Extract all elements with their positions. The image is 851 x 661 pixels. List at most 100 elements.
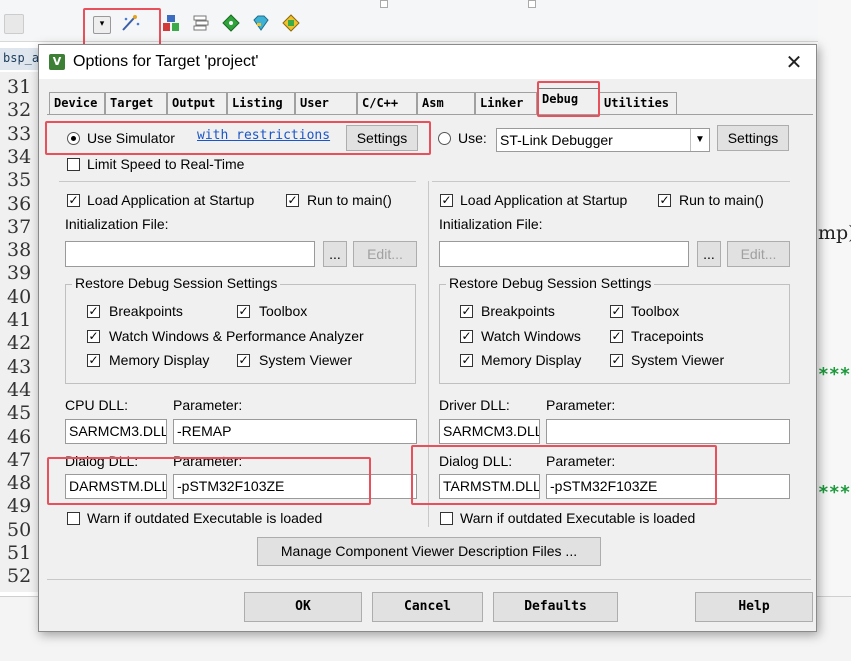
manage-packs-icon[interactable] (282, 14, 300, 32)
restore-memory-checkbox[interactable]: ✓ (87, 354, 100, 367)
cpu-param-input[interactable]: -REMAP (173, 419, 417, 444)
warn-outdated-label: Warn if outdated Executable is loaded (460, 510, 696, 526)
stack-icon[interactable] (192, 14, 210, 32)
tab-c-cpp[interactable]: C/C++ (357, 92, 417, 114)
restore-item-label: Memory Display (481, 352, 582, 368)
init-file-edit-button-right[interactable]: Edit... (727, 241, 790, 267)
debugger-settings-button[interactable]: Settings (717, 125, 789, 151)
load-app-checkbox[interactable]: ✓ (67, 194, 80, 207)
restore-watch-checkbox[interactable]: ✓ (87, 330, 100, 343)
line-number: 35 (7, 169, 32, 192)
tab-output[interactable]: Output (167, 92, 227, 114)
debugger-select[interactable]: ST-Link Debugger ▼ (496, 128, 710, 152)
run-to-main-checkbox[interactable]: ✓ (286, 194, 299, 207)
line-number: 32 (7, 99, 32, 122)
tab-user[interactable]: User (295, 92, 357, 114)
toolbar-blank-icon (4, 14, 24, 34)
simulator-settings-button[interactable]: Settings (346, 125, 418, 151)
driver-param-label: Parameter: (546, 397, 616, 413)
dialog-param-label: Parameter: (173, 453, 243, 469)
load-app-checkbox-right[interactable]: ✓ (440, 194, 453, 207)
tab-listing[interactable]: Listing (227, 92, 295, 114)
restore-item-label: Memory Display (109, 352, 210, 368)
line-number: 49 (7, 495, 32, 518)
separator (59, 181, 416, 182)
manage-component-viewer-button[interactable]: Manage Component Viewer Description File… (257, 537, 601, 566)
close-button[interactable]: ✕ (781, 51, 807, 73)
tab-label: Utilities (604, 96, 670, 110)
pack-installer-icon[interactable] (162, 14, 180, 32)
driver-dll-input[interactable]: SARMCM3.DLL (439, 419, 540, 444)
driver-dll-label: Driver DLL: (439, 397, 510, 413)
tab-linker[interactable]: Linker (475, 92, 537, 114)
tab-label: Target (110, 96, 154, 110)
driver-param-input[interactable] (546, 419, 790, 444)
dialog-dll-input-right[interactable]: TARMSTM.DLL (439, 474, 540, 499)
init-file-input-right[interactable] (439, 241, 689, 267)
code-comment-stars: *** (818, 482, 851, 503)
line-number: 50 (7, 518, 32, 541)
tab-label: Device (54, 96, 98, 110)
restore-tracepoints-checkbox[interactable]: ✓ (610, 330, 623, 343)
init-file-input[interactable] (65, 241, 315, 267)
line-number: 42 (7, 332, 32, 355)
use-debugger-radio[interactable] (438, 132, 451, 145)
dialog-param-input-right[interactable]: -pSTM32F103ZE (546, 474, 790, 499)
use-simulator-radio[interactable] (67, 132, 80, 145)
cancel-button[interactable]: Cancel (372, 592, 483, 622)
restore-sysviewer-checkbox[interactable]: ✓ (237, 354, 250, 367)
init-file-browse-button-right[interactable]: ... (697, 241, 721, 267)
editor-right-area (818, 0, 851, 600)
line-number: 52 (7, 565, 32, 588)
restore-toolbox-checkbox-right[interactable]: ✓ (610, 305, 623, 318)
restore-breakpoints-checkbox-right[interactable]: ✓ (460, 305, 473, 318)
ok-button[interactable]: OK (244, 592, 362, 622)
restore-memory-checkbox-right[interactable]: ✓ (460, 354, 473, 367)
tab-label: Asm (422, 96, 444, 110)
restore-toolbox-checkbox[interactable]: ✓ (237, 305, 250, 318)
warn-outdated-label: Warn if outdated Executable is loaded (87, 510, 323, 526)
run-to-main-label: Run to main() (307, 192, 392, 208)
restore-breakpoints-checkbox[interactable]: ✓ (87, 305, 100, 318)
file-tab-label: bsp_a (3, 51, 40, 65)
tab-device[interactable]: Device (49, 92, 105, 114)
line-number: 38 (7, 239, 32, 262)
dialog-titlebar[interactable]: V Options for Target 'project' ✕ (39, 45, 816, 79)
line-number: 46 (7, 425, 32, 448)
run-to-main-checkbox-right[interactable]: ✓ (658, 194, 671, 207)
tab-utilities[interactable]: Utilities (599, 92, 677, 114)
restore-item-label: Tracepoints (631, 328, 704, 344)
run-to-main-label: Run to main() (679, 192, 764, 208)
tab-debug[interactable]: Debug (537, 88, 599, 115)
restore-item-label: Breakpoints (481, 303, 555, 319)
dialog-dll-input[interactable]: DARMSTM.DLL (65, 474, 167, 499)
restore-item-label: System Viewer (259, 352, 353, 368)
init-file-edit-button[interactable]: Edit... (353, 241, 417, 267)
tab-target[interactable]: Target (105, 92, 167, 114)
toolbar-checkbox[interactable] (528, 0, 536, 8)
warn-outdated-checkbox-right[interactable] (440, 512, 453, 525)
with-restrictions-link[interactable]: with restrictions (197, 128, 330, 143)
editor-file-tab[interactable]: bsp_a (0, 48, 40, 70)
dialog-param-input[interactable]: -pSTM32F103ZE (173, 474, 417, 499)
code-fragment: mp) (818, 222, 851, 244)
help-button[interactable]: Help (695, 592, 813, 622)
defaults-button[interactable]: Defaults (493, 592, 618, 622)
column-divider (428, 181, 429, 527)
restore-item-label: Watch Windows (481, 328, 581, 344)
restore-sysviewer-checkbox-right[interactable]: ✓ (610, 354, 623, 367)
cpu-dll-input[interactable]: SARMCM3.DLL (65, 419, 167, 444)
restore-item-label: System Viewer (631, 352, 725, 368)
green-diamond-icon[interactable] (222, 14, 240, 32)
tab-asm[interactable]: Asm (417, 92, 475, 114)
gem-icon[interactable] (252, 14, 270, 32)
dialog-dll-label: Dialog DLL: (65, 453, 139, 469)
warn-outdated-checkbox[interactable] (67, 512, 80, 525)
chevron-down-icon[interactable]: ▼ (690, 129, 709, 151)
restore-watch-checkbox-right[interactable]: ✓ (460, 330, 473, 343)
restore-group-title: Restore Debug Session Settings (72, 275, 281, 291)
toolbar-checkbox[interactable] (380, 0, 388, 8)
dialog-title: Options for Target 'project' (73, 53, 259, 70)
limit-speed-checkbox[interactable] (67, 158, 80, 171)
init-file-browse-button[interactable]: ... (323, 241, 347, 267)
